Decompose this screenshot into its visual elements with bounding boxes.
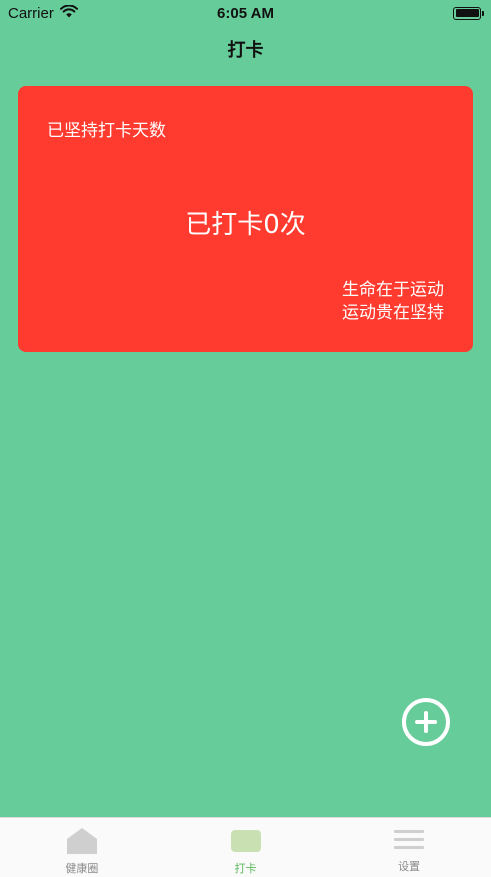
checkin-days-label: 已坚持打卡天数: [47, 121, 166, 141]
motto-line-1: 生命在于运动: [342, 280, 444, 300]
tab-label: 设置: [398, 860, 421, 873]
add-checkin-button[interactable]: [402, 698, 450, 746]
motto: 生命在于运动 运动贵在坚持: [342, 279, 444, 325]
tab-checkin[interactable]: 打卡: [164, 818, 328, 877]
menu-icon: [394, 828, 425, 852]
carrier-label: Carrier: [8, 4, 54, 22]
battery-icon: [453, 6, 484, 20]
checkin-card: 已坚持打卡天数 已打卡0次 生命在于运动 运动贵在坚持: [18, 86, 473, 352]
tab-settings[interactable]: 设置: [327, 818, 491, 877]
page-title: 打卡: [227, 40, 264, 61]
checkin-count: 已打卡0次: [185, 210, 306, 240]
status-bar: Carrier 6:05 AM: [0, 0, 491, 26]
tab-bar: 健康圈 打卡 设置: [0, 817, 491, 877]
tab-label: 健康圈: [65, 862, 99, 875]
checkin-icon: [230, 830, 261, 852]
motto-line-2: 运动贵在坚持: [342, 303, 444, 323]
status-left: Carrier: [8, 4, 78, 22]
battery-fill: [455, 9, 479, 17]
home-icon: [66, 828, 97, 854]
tab-health-circle[interactable]: 健康圈: [0, 818, 164, 877]
wifi-icon: [59, 4, 78, 22]
tab-label: 打卡: [234, 862, 257, 875]
